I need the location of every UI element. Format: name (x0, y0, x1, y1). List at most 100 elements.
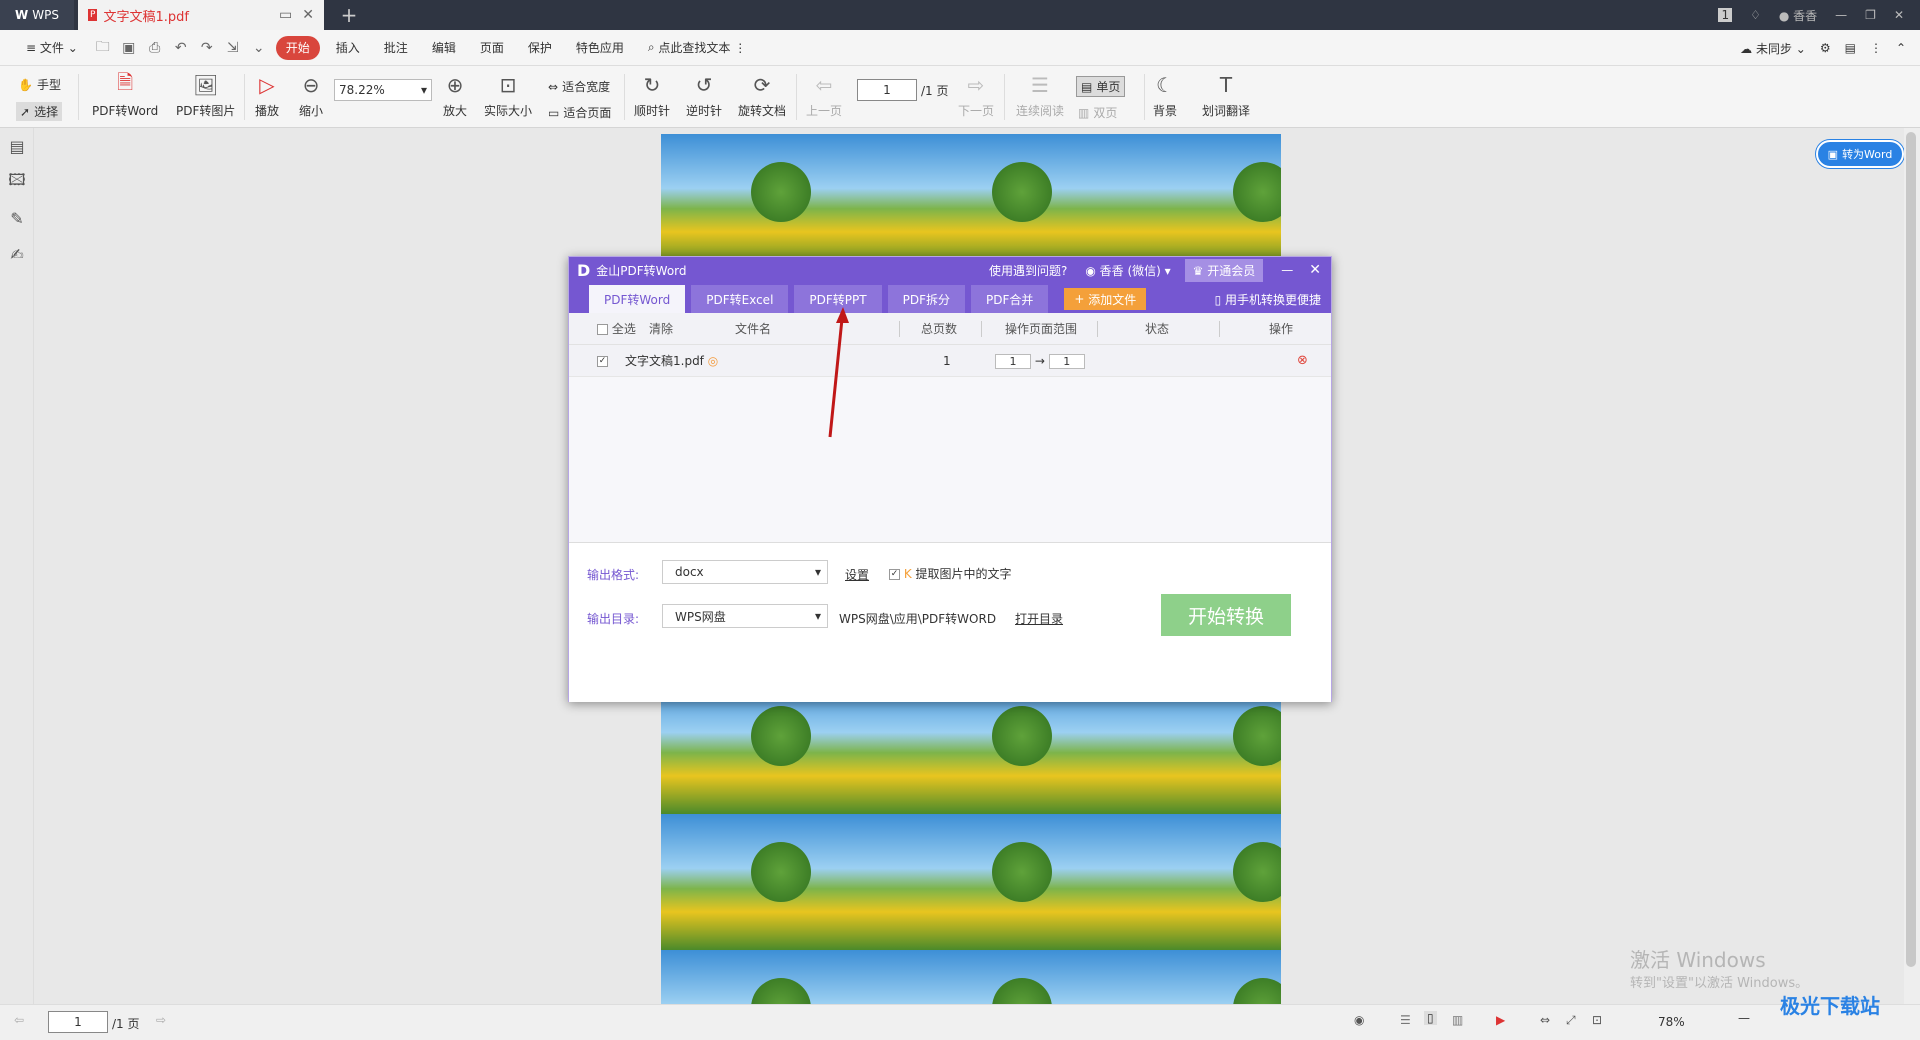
tab-pdf-split[interactable]: PDF拆分 (887, 285, 965, 313)
settings-icon[interactable]: ⚙ (1820, 41, 1831, 55)
menu-features[interactable]: 特色应用 (564, 36, 636, 60)
collapse-icon[interactable]: ⌃ (1896, 41, 1906, 55)
background-button[interactable]: ☾ 背景 (1152, 72, 1178, 119)
scroll-thumb[interactable] (1906, 132, 1916, 967)
select-tool[interactable]: ➚ 选择 (16, 102, 63, 121)
continuous-read-button[interactable]: ☰ 连续阅读 (1016, 72, 1064, 119)
minimize-icon[interactable]: — (1835, 8, 1847, 22)
next-page-icon[interactable]: ⇨ (156, 1013, 166, 1027)
row-checkbox[interactable]: ✓ (597, 345, 608, 377)
thumbnail-icon[interactable]: 🖾 (0, 164, 34, 200)
menu-page[interactable]: 页面 (468, 36, 516, 60)
fit-width-button[interactable]: ⇔ 适合宽度 (548, 78, 610, 95)
settings-link[interactable]: 设置 (845, 566, 869, 583)
search-text[interactable]: ⌕ 点此查找文本 ⋮ (636, 36, 758, 60)
zoom-select[interactable]: 78.22% ▾ (334, 79, 432, 101)
menu-insert[interactable]: 插入 (324, 36, 372, 60)
range-to-input[interactable]: 1 (1048, 354, 1085, 369)
help-link[interactable]: 使用遇到问题? (989, 262, 1067, 279)
redo-icon[interactable]: ↷ (194, 36, 220, 60)
continuous-view-icon[interactable]: ☰ (1400, 1013, 1411, 1027)
single-page-button[interactable]: ▤ 单页 (1076, 76, 1126, 97)
rotate-cw-button[interactable]: ↻ 顺时针 (634, 72, 670, 119)
remove-file-icon[interactable]: ⊗ (1297, 345, 1308, 377)
zoom-out-button[interactable]: ⊖ 缩小 (298, 72, 324, 119)
new-tab-button[interactable]: + (334, 0, 364, 30)
sync-status[interactable]: ☁ 未同步 ⌄ (1740, 40, 1806, 57)
fit-page-status-icon[interactable]: ⤢ (1566, 1013, 1576, 1028)
translate-button[interactable]: T 划词翻译 (1202, 72, 1250, 119)
actual-size-status-icon[interactable]: ⊡ (1592, 1013, 1602, 1027)
select-all[interactable]: 全选 (597, 313, 636, 345)
zoom-out-status-icon[interactable]: — (1738, 1011, 1750, 1025)
open-icon[interactable]: 🗀 (90, 36, 116, 60)
user-avatar[interactable]: ◉ 香香 (微信) ▾ (1085, 262, 1170, 279)
open-dir-link[interactable]: 打开目录 (1015, 610, 1063, 627)
range-from-input[interactable]: 1 (995, 354, 1031, 369)
zoom-in-label: 放大 (442, 104, 467, 118)
eye-icon[interactable]: ◉ (1354, 1013, 1364, 1027)
extract-text-checkbox[interactable]: ✓ K 提取图片中的文字 (889, 565, 1012, 582)
tab-pdf-merge[interactable]: PDF合并 (970, 285, 1049, 313)
status-page-input[interactable]: 1 (48, 1011, 108, 1033)
single-view-icon[interactable]: ▯ (1424, 1011, 1437, 1025)
print-icon[interactable]: ⎙ (142, 36, 168, 60)
page-input[interactable]: 1 (857, 79, 917, 101)
avatar[interactable]: ● 香香 (1779, 7, 1817, 24)
status-zoom[interactable]: 78% (1658, 1015, 1685, 1029)
pdf-to-image-button[interactable]: 🖼 PDF转图片 (176, 72, 235, 119)
menu-start[interactable]: 开始 (275, 35, 320, 60)
tab-pdf-word[interactable]: PDF转Word (589, 285, 686, 313)
add-file-button[interactable]: + 添加文件 (1064, 288, 1147, 310)
skin-icon[interactable]: ♢ (1750, 8, 1761, 22)
play-label: 播放 (254, 104, 279, 118)
prev-page-button[interactable]: ⇦ 上一页 (806, 72, 842, 119)
float-window-icon[interactable]: ▭ (279, 7, 292, 23)
annotation-icon[interactable]: ✎ (0, 200, 34, 236)
menu-annotate[interactable]: 批注 (372, 36, 420, 60)
file-menu[interactable]: ≡ 文件 ⌄ (14, 36, 90, 60)
restore-icon[interactable]: ❐ (1865, 8, 1876, 22)
double-page-button[interactable]: ▥ 双页 (1078, 104, 1117, 121)
hand-tool[interactable]: ✋ 手型 (18, 76, 61, 93)
prev-page-icon[interactable]: ⇦ (14, 1013, 24, 1027)
page-count-icon[interactable]: 1 (1718, 8, 1733, 22)
format-select[interactable]: docx ▾ (662, 560, 828, 584)
menu-edit[interactable]: 编辑 (420, 36, 468, 60)
close-window-icon[interactable]: ✕ (1894, 8, 1904, 22)
actual-size-button[interactable]: ⊡ 实际大小 (484, 72, 532, 119)
minimize-dialog-icon[interactable]: — (1281, 263, 1293, 277)
zoom-in-button[interactable]: ⊕ 放大 (442, 72, 468, 119)
play-button[interactable]: ▷ 播放 (254, 72, 280, 119)
close-tab-icon[interactable]: ✕ (302, 7, 314, 23)
more-menu-icon[interactable]: ⋮ (1870, 41, 1882, 55)
undo-icon[interactable]: ↶ (168, 36, 194, 60)
save-icon[interactable]: ▣ (116, 36, 142, 60)
start-convert-button[interactable]: 开始转换 (1161, 594, 1291, 636)
tab-pdf-excel[interactable]: PDF转Excel (691, 285, 789, 313)
vip-button[interactable]: ♛ 开通会员 (1184, 258, 1264, 282)
convert-to-word-button[interactable]: ▣ 转为Word (1816, 140, 1904, 168)
comment-icon[interactable]: ▤ (1845, 41, 1856, 55)
mobile-convert-link[interactable]: ▯ 用手机转换更便捷 (1215, 291, 1331, 308)
menu-protect[interactable]: 保护 (516, 36, 564, 60)
close-dialog-icon[interactable]: ✕ (1309, 262, 1321, 278)
fit-page-button[interactable]: ▭ 适合页面 (548, 104, 611, 121)
next-page-button[interactable]: ⇨ 下一页 (958, 72, 994, 119)
clear-button[interactable]: 清除 (649, 313, 673, 345)
rotate-doc-button[interactable]: ⟳ 旋转文档 (738, 72, 786, 119)
checkbox-icon (597, 324, 608, 335)
dir-select[interactable]: WPS网盘 ▾ (662, 604, 828, 628)
fit-width-status-icon[interactable]: ⇔ (1540, 1013, 1550, 1027)
more-icon[interactable]: ⌄ (246, 36, 272, 60)
export-icon[interactable]: ⇲ (220, 36, 246, 60)
double-view-icon[interactable]: ▥ (1452, 1013, 1463, 1027)
signature-icon[interactable]: ✍ (0, 236, 34, 272)
table-row[interactable]: ✓ 文字文稿1.pdf ◎ 1 1 → 1 ⊗ (569, 345, 1331, 377)
play-status-icon[interactable]: ▶ (1496, 1013, 1505, 1027)
wps-home-tab[interactable]: W WPS (0, 0, 74, 30)
rotate-ccw-button[interactable]: ↺ 逆时针 (686, 72, 722, 119)
pdf-to-word-button[interactable]: 🗎 PDF转Word (92, 70, 158, 119)
outline-icon[interactable]: ▤ (0, 128, 34, 164)
document-tab[interactable]: P 文字文稿1.pdf ▭ ✕ (78, 0, 324, 30)
